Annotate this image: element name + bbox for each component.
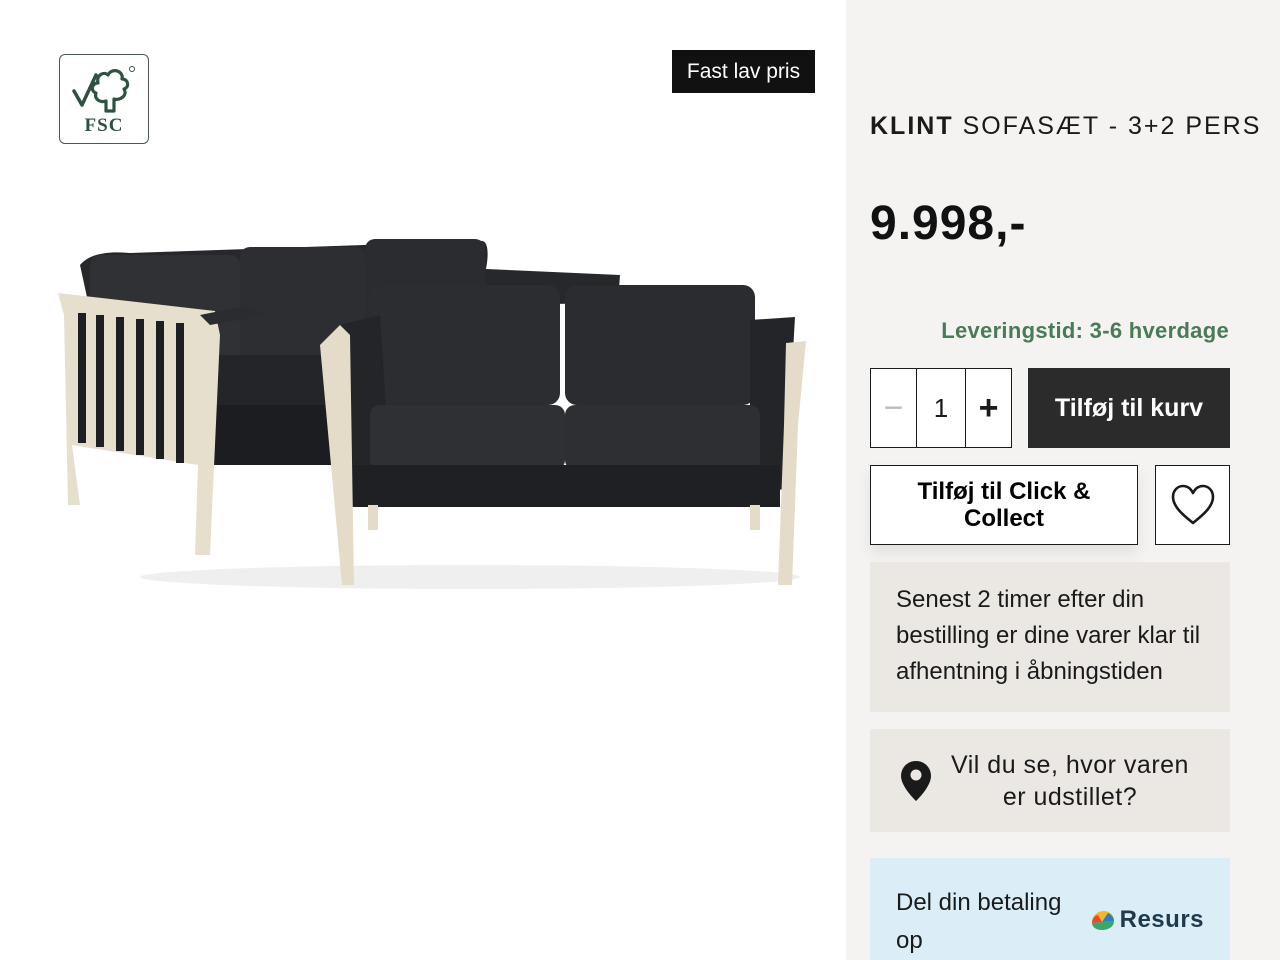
sofa-set-image <box>58 239 806 589</box>
resurs-logo: Resurs <box>1090 906 1204 934</box>
financing-text: Del din betaling op <box>896 889 1062 954</box>
fsc-badge: FSC <box>59 54 149 144</box>
heart-icon <box>1171 484 1214 525</box>
product-price: 9.998,- <box>870 197 1027 250</box>
product-name: SOFASÆT - 3+2 PERS <box>962 112 1262 140</box>
click-collect-button[interactable]: Tilføj til Click & Collect <box>870 465 1138 545</box>
fsc-tree-icon <box>72 66 135 113</box>
showroom-link-text: Vil du se, hvor varen er udstillet? <box>951 750 1189 811</box>
fsc-label: FSC <box>84 115 124 136</box>
quantity-increase-button[interactable]: + <box>965 369 1011 447</box>
resurs-icon <box>1091 911 1114 930</box>
financing-box[interactable]: Del din betaling op Resurs <box>870 858 1230 960</box>
quantity-stepper: − 1 + <box>870 368 1012 448</box>
product-title: KLINT SOFASÆT - 3+2 PERS <box>870 112 1261 141</box>
delivery-time: Leveringstid: 3-6 hverdage <box>941 318 1229 343</box>
resurs-wordmark: Resurs <box>1119 906 1204 933</box>
product-image-area: FSC Fast lav pris <box>0 0 846 960</box>
quantity-value[interactable]: 1 <box>917 369 965 447</box>
add-to-cart-button[interactable]: Tilføj til kurv <box>1028 368 1230 448</box>
location-pin-icon <box>896 760 936 802</box>
pickup-info-box: Senest 2 timer efter din bestilling er d… <box>870 562 1230 712</box>
promo-tag: Fast lav pris <box>672 50 815 93</box>
product-info-panel: KLINT SOFASÆT - 3+2 PERS 9.998,- Leverin… <box>846 0 1280 960</box>
wishlist-button[interactable] <box>1155 465 1230 545</box>
product-brand: KLINT <box>870 112 954 140</box>
showroom-locator[interactable]: Vil du se, hvor varen er udstillet? <box>870 729 1230 832</box>
quantity-decrease-button[interactable]: − <box>871 369 917 447</box>
